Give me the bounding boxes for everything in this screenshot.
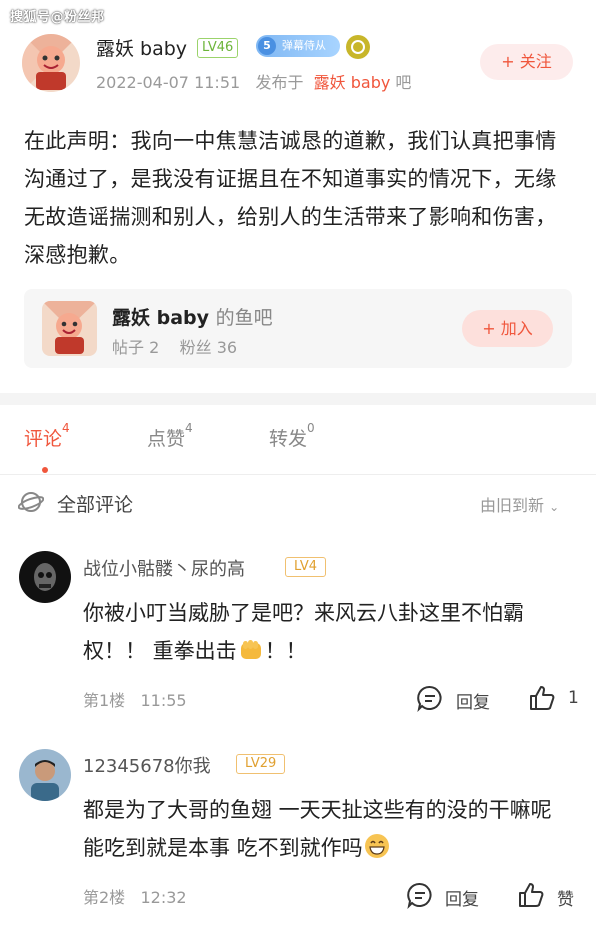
comment-2-like-button[interactable]: 赞 xyxy=(557,885,574,910)
comment-1-text: 你被小叮当威胁了是吧？来风云八卦这里不怕霸权！！ 重拳出击 ！！ xyxy=(83,594,573,670)
tab-comments-label: 评论 xyxy=(24,428,63,450)
comment-2-username[interactable]: 12345678你我 xyxy=(83,752,211,778)
section-separator xyxy=(0,393,596,405)
forum-card-stats: 帖子 2 粉丝 36 xyxy=(112,334,237,358)
tab-likes[interactable]: 点赞4 xyxy=(147,421,193,451)
forum-fan-count: 粉丝 36 xyxy=(179,338,238,357)
grinning-emoji-icon xyxy=(364,834,389,858)
post-meta: 2022-04-07 11:51 发布于 露妖 baby 吧 xyxy=(96,69,411,93)
forum-card[interactable]: 露妖 baby 的鱼吧 帖子 2 粉丝 36 + 加入 xyxy=(24,289,572,368)
comment-2-floor: 第2楼 xyxy=(83,888,126,907)
sort-order-label: 由旧到新 xyxy=(480,496,545,515)
comment-2-avatar[interactable] xyxy=(19,749,71,801)
tab-likes-label: 点赞 xyxy=(147,428,186,450)
forum-link[interactable]: 露妖 baby xyxy=(314,73,391,92)
comment-1-time: 11:55 xyxy=(140,691,187,710)
forum-card-suffix: 的鱼吧 xyxy=(215,307,273,329)
comment-2-time: 12:32 xyxy=(140,888,187,907)
planet-icon xyxy=(18,492,44,512)
forum-avatar xyxy=(42,301,97,356)
tab-reposts[interactable]: 转发0 xyxy=(269,421,315,451)
forum-card-title: 露妖 baby xyxy=(112,307,210,329)
comment-1-meta: 第1楼 11:55 xyxy=(83,687,187,711)
published-in-label: 发布于 xyxy=(255,73,304,92)
title-badge-label: 弹幕侍从 xyxy=(282,39,326,52)
comment-2-reply-button[interactable]: 回复 xyxy=(445,885,479,910)
fist-emoji-icon xyxy=(240,640,261,659)
comment-1-body-tail: ！！ xyxy=(264,639,307,663)
comment-2-level-badge: LV29 xyxy=(236,754,286,774)
comment-2-body: 都是为了大哥的鱼翅 一天天扯这些有的没的干嘛呢 能吃到就是本事 吃不到就作吗 xyxy=(83,798,552,860)
tab-divider xyxy=(0,474,596,475)
medal-icon xyxy=(346,35,370,59)
poster-avatar[interactable] xyxy=(22,34,80,92)
tab-comments-count: 4 xyxy=(62,421,70,435)
thumbs-up-icon[interactable] xyxy=(517,881,545,909)
watermark: 搜狐号@粉丝邦 xyxy=(10,10,105,25)
tab-likes-count: 4 xyxy=(185,421,193,435)
all-comments-title: 全部评论 xyxy=(57,494,134,516)
chevron-down-icon: ⌄ xyxy=(549,500,560,514)
post-date: 2022-04-07 11:51 xyxy=(96,73,241,92)
comment-1-level-badge: LV4 xyxy=(285,557,326,577)
comment-1-username[interactable]: 战位小骷髅丶尿的高 xyxy=(83,555,245,581)
title-badge-number: 5 xyxy=(258,37,276,55)
post-body: 在此声明：我向一中焦慧洁诚恳的道歉，我们认真把事情沟通过了，是我没有证据且在不知… xyxy=(24,129,557,267)
forum-post-count: 帖子 2 xyxy=(112,338,160,357)
forum-suffix: 吧 xyxy=(395,73,412,92)
forum-card-name: 露妖 baby 的鱼吧 xyxy=(112,303,273,330)
tab-reposts-label: 转发 xyxy=(269,428,308,450)
comment-1-reply-button[interactable]: 回复 xyxy=(456,688,490,713)
reply-icon[interactable] xyxy=(406,881,434,909)
thumbs-up-icon[interactable] xyxy=(528,684,556,712)
comment-1-avatar[interactable] xyxy=(19,551,71,603)
active-tab-indicator xyxy=(42,467,48,473)
tab-reposts-count: 0 xyxy=(307,421,315,435)
poster-level-badge: LV46 xyxy=(197,38,239,58)
tab-comments[interactable]: 评论4 xyxy=(24,421,70,451)
reply-icon[interactable] xyxy=(416,684,444,712)
comment-2-meta: 第2楼 12:32 xyxy=(83,884,187,908)
comment-2-text: 都是为了大哥的鱼翅 一天天扯这些有的没的干嘛呢 能吃到就是本事 吃不到就作吗 xyxy=(83,791,573,867)
poster-name[interactable]: 露妖 baby xyxy=(96,34,187,61)
comment-1-floor: 第1楼 xyxy=(83,691,126,710)
join-button[interactable]: + 加入 xyxy=(462,310,553,347)
sort-order-select[interactable]: 由旧到新 ⌄ xyxy=(480,492,559,516)
follow-button[interactable]: + 关注 xyxy=(480,44,573,80)
comment-1-like-count[interactable]: 1 xyxy=(568,688,579,708)
title-badge: 5 弹幕侍从 xyxy=(256,35,340,57)
